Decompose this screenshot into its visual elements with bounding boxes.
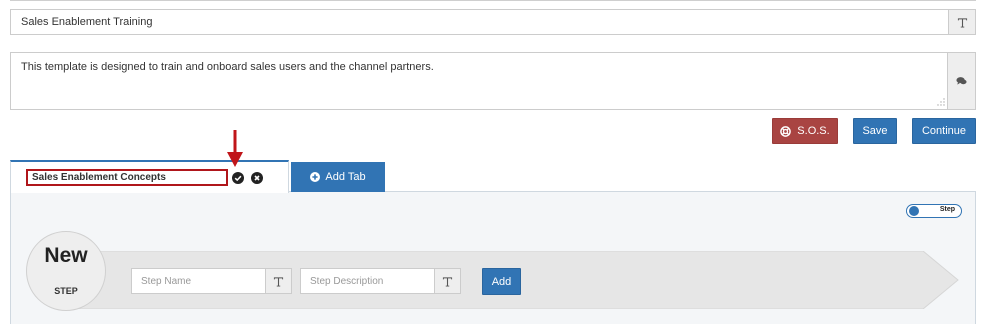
top-divider xyxy=(10,0,976,1)
toggle-knob xyxy=(909,206,919,216)
sos-button[interactable]: S.O.S. xyxy=(772,118,838,144)
step-name-field xyxy=(131,268,292,294)
new-step-title: New xyxy=(44,244,88,267)
template-description-field: This template is designed to train and o… xyxy=(10,52,976,110)
close-circle-icon[interactable] xyxy=(251,172,263,184)
tab-name-input[interactable] xyxy=(26,169,228,186)
resize-grip-icon[interactable] xyxy=(937,98,945,106)
continue-button-label: Continue xyxy=(921,125,967,137)
step-toggle[interactable]: Step xyxy=(906,204,962,218)
text-format-icon[interactable] xyxy=(434,269,460,293)
save-button[interactable]: Save xyxy=(853,118,897,144)
tab-active[interactable] xyxy=(10,160,289,193)
comments-icon[interactable] xyxy=(947,53,975,109)
plus-circle-icon xyxy=(310,172,321,182)
template-title-input[interactable] xyxy=(11,10,948,34)
add-step-button[interactable]: Add xyxy=(482,268,521,295)
add-tab-label: Add Tab xyxy=(325,171,366,183)
template-title-field xyxy=(10,9,976,35)
life-ring-icon xyxy=(780,125,792,137)
check-circle-icon[interactable] xyxy=(232,172,244,184)
text-format-icon[interactable] xyxy=(948,10,975,34)
save-button-label: Save xyxy=(862,125,888,137)
step-description-field xyxy=(300,268,461,294)
continue-button[interactable]: Continue xyxy=(912,118,976,144)
step-description-input[interactable] xyxy=(301,269,434,293)
toggle-label: Step xyxy=(939,206,955,213)
add-step-label: Add xyxy=(491,275,512,288)
text-format-icon[interactable] xyxy=(265,269,291,293)
template-description-input[interactable]: This template is designed to train and o… xyxy=(11,53,948,109)
new-step-subtitle: STEP xyxy=(54,286,78,296)
annotation-arrow-icon xyxy=(227,130,243,167)
step-name-input[interactable] xyxy=(132,269,265,293)
sos-button-label: S.O.S. xyxy=(797,125,830,137)
add-tab-button[interactable]: Add Tab xyxy=(291,162,385,192)
new-step-badge: New STEP xyxy=(26,231,106,311)
